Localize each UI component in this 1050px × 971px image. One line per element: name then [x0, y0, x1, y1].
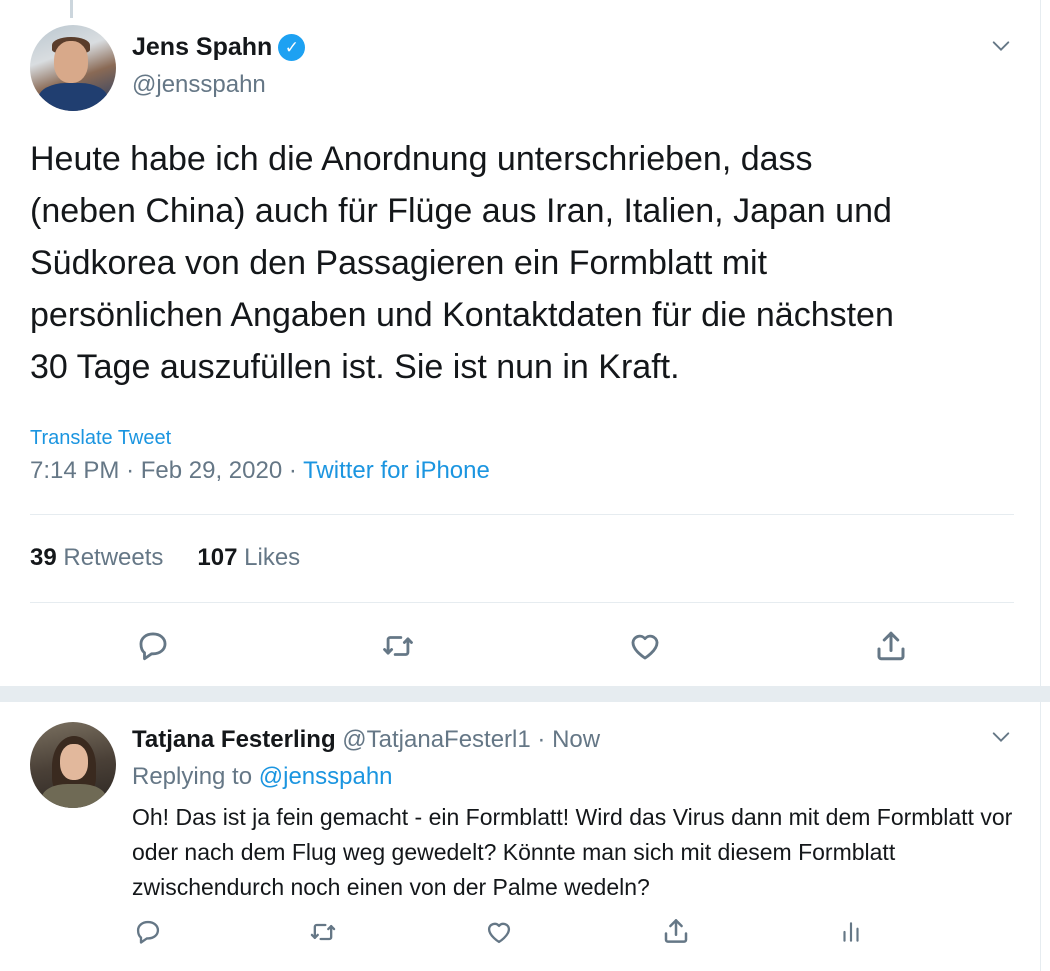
thread-separator: [0, 686, 1050, 702]
main-tweet: Jens Spahn ✓ @jensspahn Heute habe ich d…: [0, 0, 1041, 686]
heart-icon[interactable]: [625, 627, 665, 665]
retweets-label: Retweets: [63, 544, 164, 571]
retweets-stat[interactable]: 39 Retweets: [30, 544, 163, 572]
likes-label: Likes: [244, 544, 301, 571]
retweet-icon[interactable]: [306, 916, 340, 948]
meta-separator: ·: [126, 457, 141, 484]
divider: [30, 514, 1014, 515]
meta-separator: ·: [537, 726, 553, 753]
author-name[interactable]: Jens Spahn: [132, 33, 272, 62]
analytics-icon[interactable]: [836, 916, 866, 948]
reply-header: Tatjana Festerling @TatjanaFesterl1 · No…: [132, 726, 600, 754]
reply-icon[interactable]: [134, 627, 172, 665]
reply-author-avatar[interactable]: [30, 722, 116, 808]
heart-icon[interactable]: [482, 916, 516, 948]
likes-count: 107: [197, 544, 238, 571]
author-name-row[interactable]: Jens Spahn ✓: [132, 33, 306, 62]
replying-to: Replying to @jensspahn: [132, 763, 393, 791]
meta-separator: ·: [288, 457, 304, 484]
reply-text: Oh! Das ist ja fein gemacht - ein Formbl…: [132, 804, 1013, 900]
retweet-icon[interactable]: [378, 627, 418, 665]
author-avatar[interactable]: [30, 25, 116, 111]
verified-badge-icon: ✓: [278, 34, 306, 61]
replying-prefix: Replying to: [132, 763, 253, 790]
reply-author-handle[interactable]: @TatjanaFesterl1: [342, 726, 530, 753]
tweet-text: Heute habe ich die Anordnung unterschrie…: [30, 140, 894, 386]
tweet-source[interactable]: Twitter for iPhone: [303, 457, 490, 484]
share-icon[interactable]: [659, 914, 693, 948]
reply-author-name[interactable]: Tatjana Festerling: [132, 726, 336, 753]
reply-tweet[interactable]: Tatjana Festerling @TatjanaFesterl1 · No…: [0, 702, 1041, 971]
retweets-count: 39: [30, 544, 57, 571]
replying-mention[interactable]: @jensspahn: [259, 763, 393, 790]
chevron-down-icon[interactable]: [990, 35, 1012, 57]
share-icon[interactable]: [871, 627, 911, 665]
reply-icon[interactable]: [132, 916, 164, 948]
chevron-down-icon[interactable]: [990, 726, 1012, 748]
reply-time[interactable]: Now: [552, 726, 600, 753]
tweet-time[interactable]: 7:14 PM: [30, 457, 119, 484]
tweet-date[interactable]: Feb 29, 2020: [141, 457, 282, 484]
author-handle[interactable]: @jensspahn: [132, 71, 266, 99]
translate-tweet-link[interactable]: Translate Tweet: [30, 427, 171, 450]
likes-stat[interactable]: 107 Likes: [197, 544, 300, 572]
tweet-stats: 39 Retweets 107 Likes: [30, 544, 300, 572]
divider: [30, 602, 1014, 603]
tweet-meta: 7:14 PM · Feb 29, 2020 · Twitter for iPh…: [30, 457, 490, 485]
